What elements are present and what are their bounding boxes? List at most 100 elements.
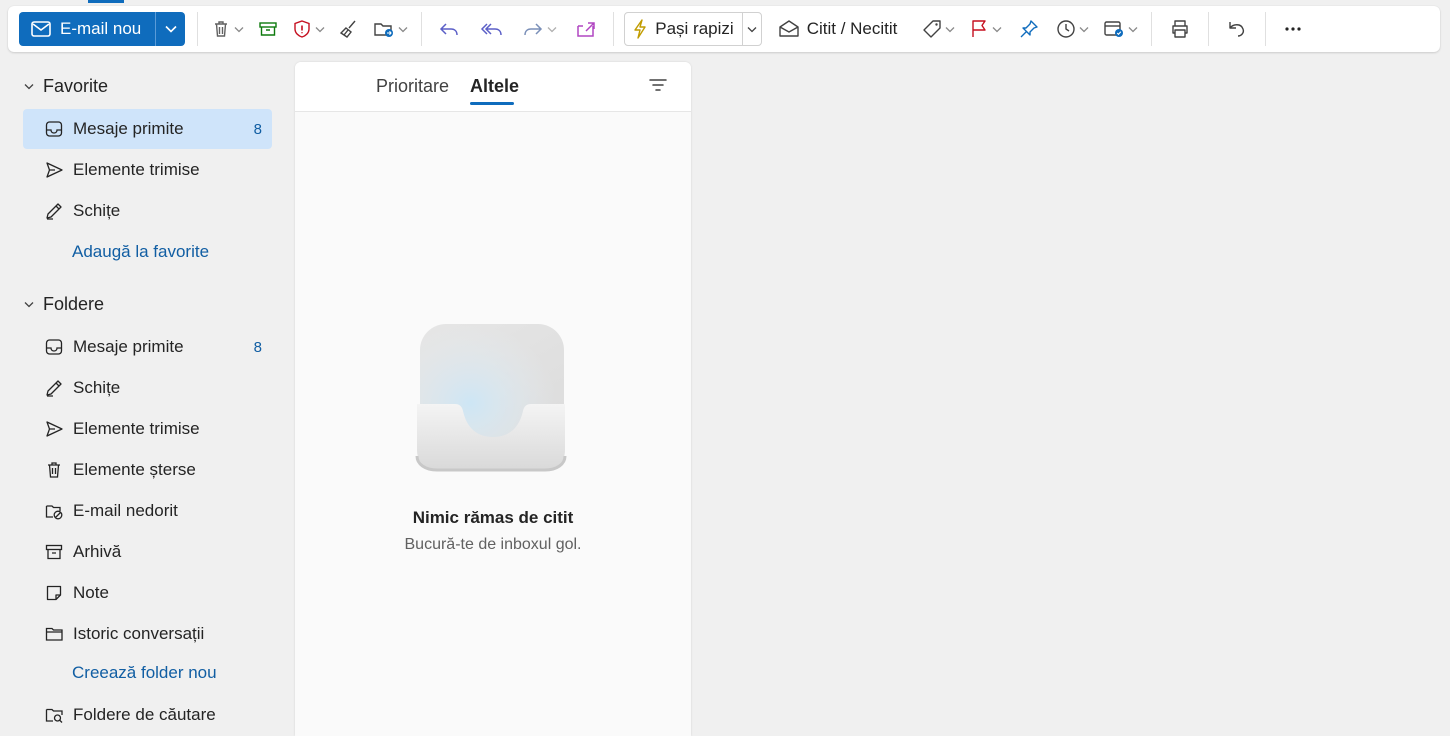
favorites-item-drafts[interactable]: Schițe	[23, 191, 272, 231]
forward-button[interactable]	[514, 12, 565, 46]
envelope-open-icon	[778, 20, 799, 37]
toolbar-divider	[197, 12, 199, 46]
more-options-button[interactable]	[1272, 12, 1314, 46]
pin-icon	[1020, 20, 1039, 38]
new-mail-split-button: E-mail nou	[19, 12, 186, 46]
report-button[interactable]	[285, 12, 332, 46]
folder-item-conversation-history[interactable]: Istoric conversații	[23, 614, 272, 654]
top-accent-bar	[88, 0, 124, 3]
filter-icon[interactable]	[649, 78, 667, 92]
chevron-down-icon	[24, 302, 34, 308]
sidebar-item-label: Elemente trimise	[73, 160, 200, 179]
forward-icon	[524, 23, 543, 36]
archive-button[interactable]	[251, 12, 285, 46]
move-to-icon	[374, 23, 394, 37]
rules-button[interactable]	[1096, 12, 1145, 46]
reply-all-icon	[481, 23, 503, 36]
sweep-button[interactable]	[332, 12, 366, 46]
inbox-icon	[45, 120, 67, 138]
pin-button[interactable]	[1009, 12, 1049, 46]
empty-state-subtitle: Bucură-te de inboxul gol.	[404, 536, 582, 553]
tab-other[interactable]: Altele	[470, 76, 519, 97]
chevron-down-icon	[747, 26, 757, 32]
folder-item-sent[interactable]: Elemente trimise	[23, 409, 272, 449]
quick-steps-split-button: Pași rapizi	[624, 12, 762, 46]
favorites-item-inbox[interactable]: Mesaje primite 8	[23, 109, 272, 149]
snooze-icon	[1057, 20, 1076, 38]
folder-pane: Favorite Mesaje primite 8 Elemente trimi…	[8, 62, 288, 736]
quick-steps-button[interactable]: Pași rapizi	[625, 13, 743, 45]
delete-button[interactable]	[204, 12, 251, 46]
read-unread-label: Citit / Necitit	[806, 19, 898, 38]
undo-icon	[1229, 22, 1245, 37]
sidebar-item-label: Mesaje primite	[73, 119, 184, 138]
empty-state-title: Nimic rămas de citit	[412, 508, 574, 527]
chevron-down-icon	[24, 84, 34, 90]
new-mail-label: E-mail nou	[60, 19, 142, 38]
folder-item-archive[interactable]: Arhivă	[23, 532, 272, 572]
flag-icon	[972, 20, 987, 37]
mail-icon	[31, 21, 51, 37]
active-tab-indicator	[470, 102, 514, 105]
folder-item-inbox[interactable]: Mesaje primite 8	[23, 327, 272, 367]
reply-button[interactable]	[428, 12, 470, 46]
message-list-pane: Prioritare Altele Nimic rămas de citit B…	[295, 62, 691, 736]
sidebar-item-label: E-mail nedorit	[73, 501, 178, 520]
sidebar-item-label: Schițe	[73, 378, 121, 397]
search-folder-icon	[45, 706, 67, 724]
flag-button[interactable]	[962, 12, 1009, 46]
chevron-down-icon	[234, 26, 244, 32]
chevron-down-icon	[992, 26, 1002, 32]
chevron-down-icon	[165, 25, 177, 33]
chevron-down-icon	[945, 26, 955, 32]
tab-focused[interactable]: Prioritare	[376, 76, 449, 97]
send-icon	[45, 420, 67, 438]
print-icon	[1172, 20, 1189, 38]
categorize-button[interactable]	[915, 12, 962, 46]
archive-icon	[45, 543, 67, 561]
sidebar-item-label: Elemente șterse	[73, 460, 196, 479]
report-icon	[294, 20, 310, 38]
snooze-button[interactable]	[1049, 12, 1096, 46]
sidebar-item-label: Foldere de căutare	[73, 705, 216, 724]
chevron-down-icon	[1128, 26, 1138, 32]
folder-icon	[45, 625, 67, 643]
sidebar-item-label: Arhivă	[73, 542, 122, 561]
folder-item-junk[interactable]: E-mail nedorit	[23, 491, 272, 531]
draft-icon	[45, 379, 67, 397]
folder-item-deleted[interactable]: Elemente șterse	[23, 450, 272, 490]
toolbar-divider	[1151, 12, 1153, 46]
reply-all-button[interactable]	[470, 12, 514, 46]
folder-item-notes[interactable]: Note	[23, 573, 272, 613]
share-button[interactable]	[565, 12, 607, 46]
sweep-icon	[340, 20, 356, 38]
print-button[interactable]	[1158, 12, 1202, 46]
folder-item-search-folders[interactable]: Foldere de căutare	[23, 695, 272, 735]
sidebar-item-label: Elemente trimise	[73, 419, 200, 438]
undo-button[interactable]	[1215, 12, 1259, 46]
sidebar-item-label: Schițe	[73, 201, 121, 220]
add-to-favorites-link[interactable]: Adaugă la favorite	[72, 242, 209, 262]
favorites-header[interactable]: Favorite	[24, 76, 108, 97]
empty-inbox-illustration	[415, 324, 571, 479]
move-to-button[interactable]	[366, 12, 415, 46]
new-mail-button[interactable]: E-mail nou	[19, 12, 156, 46]
unread-count: 8	[253, 120, 262, 138]
chevron-down-icon	[547, 26, 557, 32]
new-mail-dropdown[interactable]	[155, 12, 186, 46]
folders-title: Foldere	[43, 294, 105, 314]
quick-steps-dropdown[interactable]	[743, 13, 761, 45]
tag-icon	[923, 20, 942, 38]
create-folder-link[interactable]: Creează folder nou	[72, 663, 217, 683]
read-unread-button[interactable]: Citit / Necitit	[762, 19, 908, 39]
reading-pane	[693, 62, 1450, 736]
reply-icon	[440, 23, 459, 36]
draft-icon	[45, 202, 67, 220]
junk-icon	[45, 502, 67, 520]
rules-icon	[1104, 21, 1124, 37]
folder-item-drafts[interactable]: Schițe	[23, 368, 272, 408]
favorites-item-sent[interactable]: Elemente trimise	[23, 150, 272, 190]
toolbar-divider	[421, 12, 423, 46]
chevron-down-icon	[398, 26, 408, 32]
folders-header[interactable]: Foldere	[24, 294, 104, 315]
